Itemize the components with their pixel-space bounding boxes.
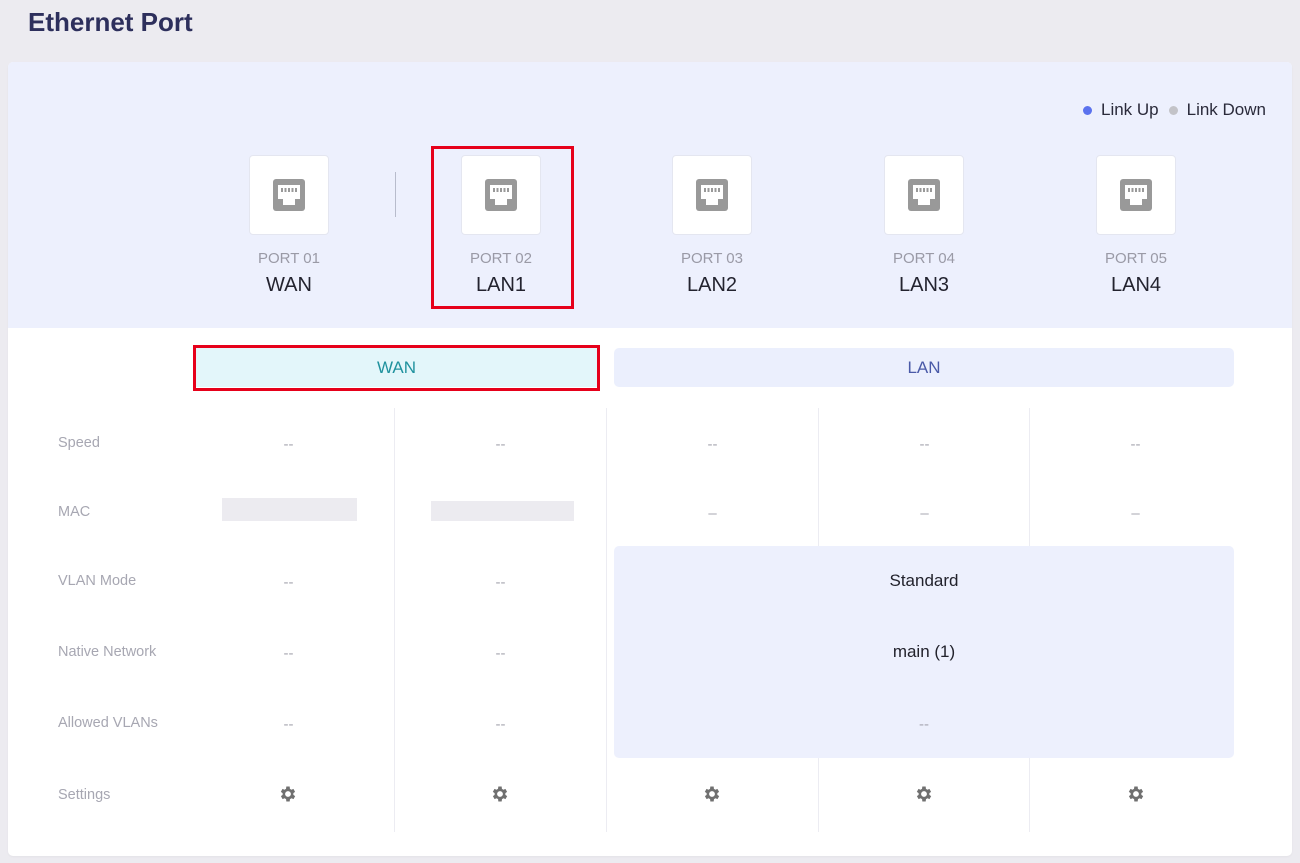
port-name: LAN3 — [898, 274, 950, 296]
gear-icon[interactable] — [278, 784, 298, 804]
ethernet-port-icon — [485, 179, 517, 211]
allowed-vlans-value: -- — [283, 716, 294, 733]
tab-lan[interactable]: LAN — [614, 348, 1234, 387]
port-number: PORT 03 — [681, 250, 743, 267]
mac-value-redacted — [431, 501, 574, 521]
ethernet-port-card: Link Up Link Down PORT 01 WAN PORT 02 LA… — [8, 62, 1292, 856]
allowed-vlans-value: -- — [495, 716, 506, 733]
port-number: PORT 01 — [258, 250, 320, 267]
wan-lan-divider — [395, 172, 396, 217]
mac-value-redacted — [222, 498, 357, 521]
port-wan[interactable]: PORT 01 WAN — [188, 62, 388, 328]
port-tile[interactable] — [1096, 155, 1176, 235]
speed-value: -- — [283, 436, 294, 453]
ports-overview: Link Up Link Down PORT 01 WAN PORT 02 LA… — [8, 62, 1292, 328]
row-label-vlan-mode: VLAN Mode — [58, 573, 137, 589]
port-name: WAN — [266, 274, 312, 296]
lan-native-network-value: main (1) — [892, 642, 956, 661]
mac-value: – — [920, 505, 929, 522]
port-tile[interactable] — [461, 155, 541, 235]
speed-value: -- — [919, 436, 930, 453]
row-label-mac: MAC — [58, 504, 91, 520]
row-label-settings: Settings — [58, 787, 111, 803]
row-label-speed: Speed — [58, 435, 100, 451]
port-name: LAN2 — [686, 274, 738, 296]
port-lan3[interactable]: PORT 04 LAN3 — [823, 62, 1023, 328]
gear-icon[interactable] — [702, 784, 722, 804]
vlan-mode-value: -- — [495, 574, 506, 591]
port-lan2[interactable]: PORT 03 LAN2 — [611, 62, 811, 328]
gear-icon[interactable] — [914, 784, 934, 804]
ethernet-port-icon — [1120, 179, 1152, 211]
row-label-allowed-vlans: Allowed VLANs — [58, 715, 158, 731]
port-lan4[interactable]: PORT 05 LAN4 — [1035, 62, 1235, 328]
port-number: PORT 02 — [470, 250, 532, 267]
port-lan1[interactable]: PORT 02 LAN1 — [400, 62, 600, 328]
port-tile[interactable] — [884, 155, 964, 235]
gear-icon[interactable] — [490, 784, 510, 804]
column-divider — [394, 408, 395, 832]
port-number: PORT 04 — [893, 250, 955, 267]
native-network-value: -- — [283, 645, 294, 662]
port-tile[interactable] — [249, 155, 329, 235]
lan-vlan-mode-value: Standard — [889, 571, 959, 590]
native-network-value: -- — [495, 645, 506, 662]
lan-allowed-vlans-value: -- — [919, 716, 929, 733]
page-title: Ethernet Port — [28, 7, 193, 37]
speed-value: -- — [707, 436, 718, 453]
port-tile[interactable] — [672, 155, 752, 235]
ethernet-port-icon — [273, 179, 305, 211]
mac-value: – — [708, 505, 717, 522]
port-name: LAN1 — [475, 274, 527, 296]
gear-icon[interactable] — [1126, 784, 1146, 804]
port-number: PORT 05 — [1105, 250, 1167, 267]
mac-value: – — [1131, 505, 1140, 522]
tab-wan[interactable]: WAN — [196, 348, 597, 387]
port-name: LAN4 — [1110, 274, 1162, 296]
row-label-native-network: Native Network — [58, 644, 157, 660]
column-divider — [606, 408, 607, 832]
speed-value: -- — [1130, 436, 1141, 453]
vlan-mode-value: -- — [283, 574, 294, 591]
speed-value: -- — [495, 436, 506, 453]
ethernet-port-icon — [908, 179, 940, 211]
ethernet-port-icon — [696, 179, 728, 211]
